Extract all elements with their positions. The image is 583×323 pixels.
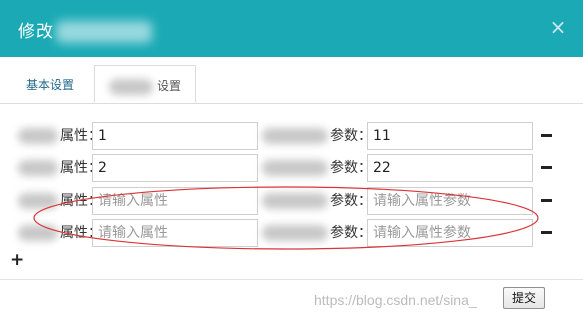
annotation-ellipse xyxy=(33,186,539,250)
submit-button[interactable]: 提交 xyxy=(503,287,545,309)
edit-dialog: 修改 × 基本设置 设置 属性： 参数： 属性： 参数： 属性： 参数： 属性：… xyxy=(0,0,583,323)
watermark-text: https://blog.csdn.net/sina_ xyxy=(314,292,477,308)
footer-divider xyxy=(0,279,583,280)
